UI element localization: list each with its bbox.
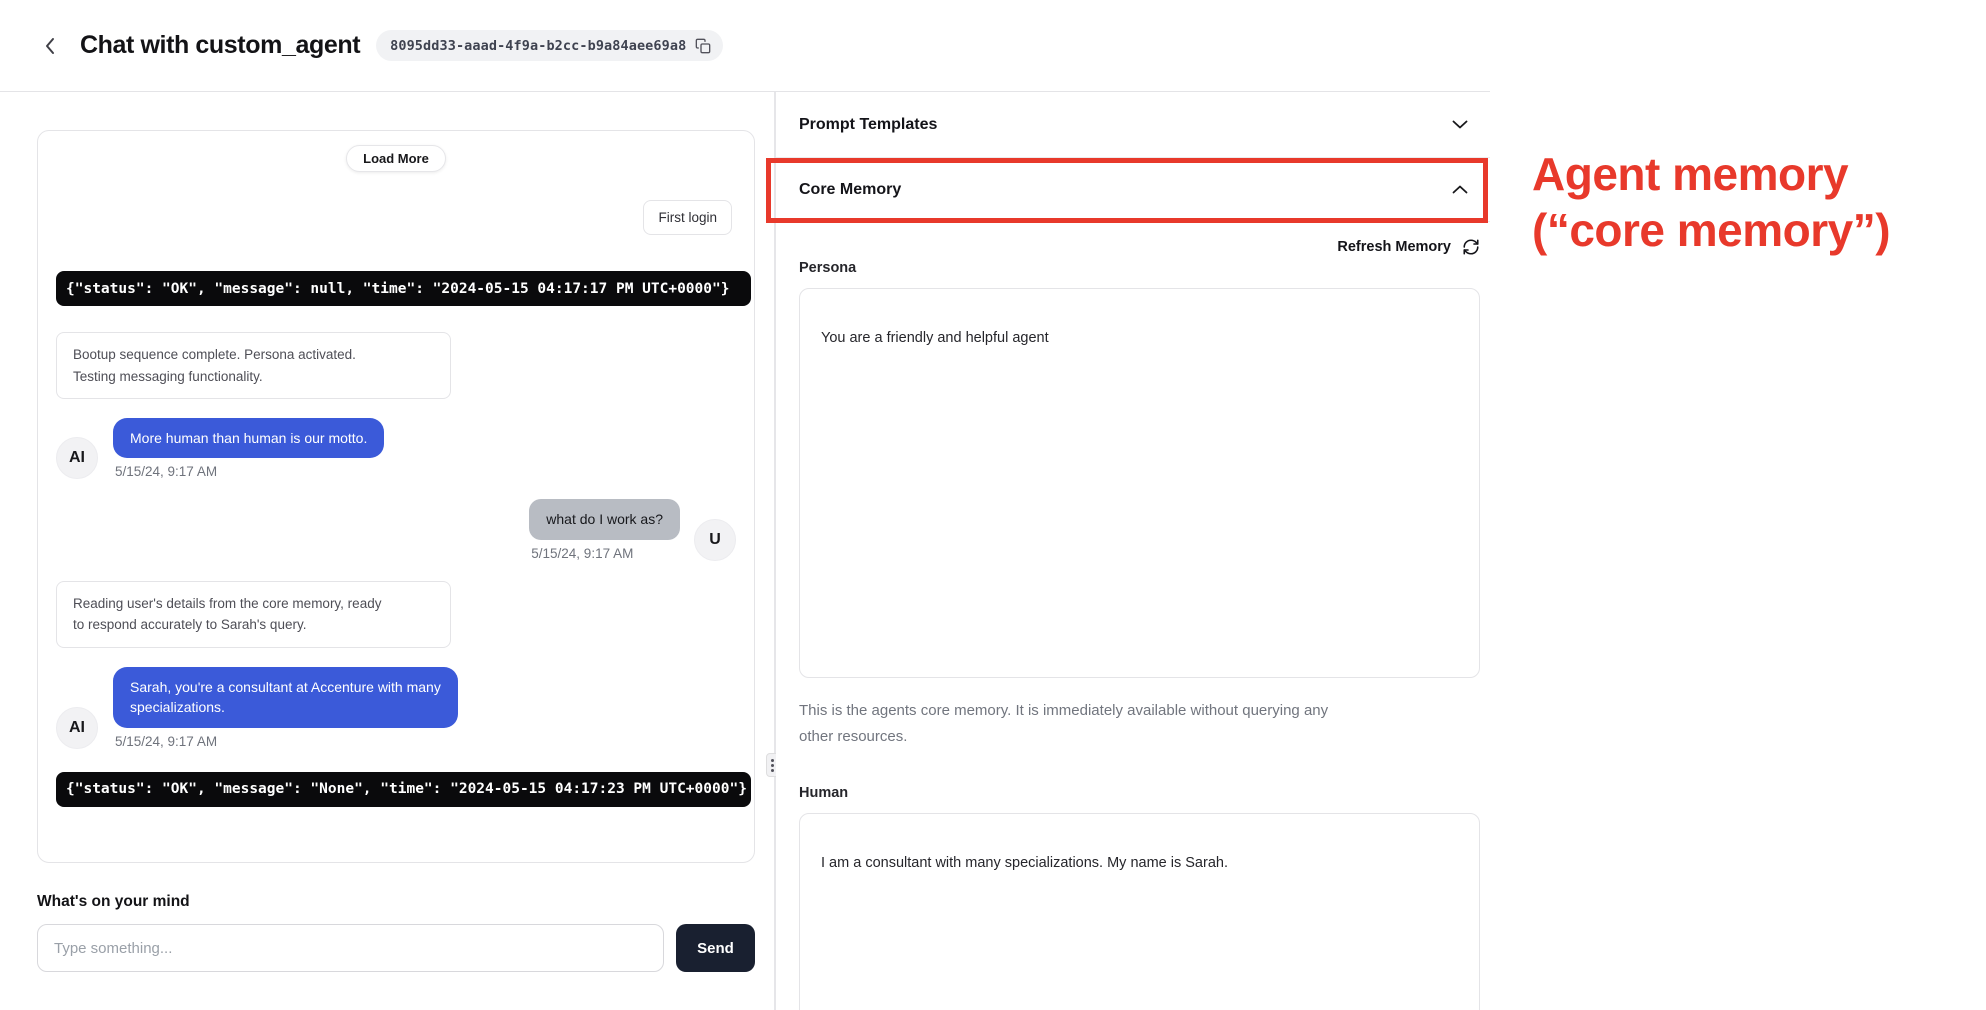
message-timestamp: 5/15/24, 9:17 AM <box>115 464 384 479</box>
copy-icon <box>695 38 711 54</box>
human-textarea[interactable]: I am a consultant with many specializati… <box>799 813 1480 1010</box>
system-message: Bootup sequence complete. Persona activa… <box>56 332 451 399</box>
user-message-bubble: what do I work as? <box>529 499 680 539</box>
human-label: Human <box>799 785 1480 801</box>
section-label: Core Memory <box>799 181 901 199</box>
send-button[interactable]: Send <box>676 924 755 972</box>
header: Chat with custom_agent 8095dd33-aaad-4f9… <box>0 0 1490 92</box>
ai-message-bubble: More human than human is our motto. <box>113 418 384 458</box>
refresh-icon <box>1462 238 1480 256</box>
ai-message-row: AI More human than human is our motto. 5… <box>56 418 736 479</box>
agent-id-text: 8095dd33-aaad-4f9a-b2cc-b9a84aee69a8 <box>390 38 686 54</box>
avatar: AI <box>56 437 98 479</box>
annotation-text: Agent memory (“core memory”) <box>1532 146 1890 258</box>
composer: Send <box>37 924 755 972</box>
back-button[interactable] <box>44 36 56 56</box>
section-prompt-templates[interactable]: Prompt Templates <box>776 92 1490 158</box>
first-login-badge: First login <box>643 200 732 235</box>
core-memory-description: This is the agents core memory. It is im… <box>799 698 1459 749</box>
first-login-row: First login <box>56 200 736 235</box>
chevron-down-icon <box>1452 120 1468 129</box>
load-more-row: Load More <box>56 145 736 172</box>
section-core-memory[interactable]: Core Memory <box>776 158 1490 222</box>
persona-label: Persona <box>799 260 1480 276</box>
refresh-memory-row: Refresh Memory <box>799 236 1480 258</box>
avatar: U <box>694 519 736 561</box>
composer-heading: What's on your mind <box>37 893 190 911</box>
chat-input[interactable] <box>37 924 664 972</box>
user-message-row: what do I work as? 5/15/24, 9:17 AM U <box>56 499 736 560</box>
core-memory-content: Refresh Memory Persona You are a friendl… <box>776 222 1490 1010</box>
agent-id-badge: 8095dd33-aaad-4f9a-b2cc-b9a84aee69a8 <box>376 30 723 61</box>
page-title: Chat with custom_agent <box>80 31 360 60</box>
section-label: Prompt Templates <box>799 116 937 134</box>
ai-message-bubble: Sarah, you're a consultant at Accenture … <box>113 667 458 728</box>
message-timestamp: 5/15/24, 9:17 AM <box>531 546 680 561</box>
system-message: Reading user's details from the core mem… <box>56 581 451 648</box>
load-more-button[interactable]: Load More <box>346 145 446 172</box>
avatar: AI <box>56 707 98 749</box>
refresh-memory-button[interactable] <box>1462 238 1480 256</box>
status-message: {"status": "OK", "message": "None", "tim… <box>56 772 751 807</box>
page: Chat with custom_agent 8095dd33-aaad-4f9… <box>0 0 1986 1010</box>
persona-textarea[interactable]: You are a friendly and helpful agent <box>799 288 1480 678</box>
copy-agent-id-button[interactable] <box>695 38 711 54</box>
message-timestamp: 5/15/24, 9:17 AM <box>115 734 458 749</box>
memory-panel: Prompt Templates Core Memory Refresh Mem… <box>776 92 1490 1010</box>
chat-transcript-panel: Load More First login {"status": "OK", "… <box>37 130 755 863</box>
refresh-memory-label: Refresh Memory <box>1337 239 1451 255</box>
status-message: {"status": "OK", "message": null, "time"… <box>56 271 751 306</box>
chevron-left-icon <box>44 36 56 56</box>
ai-message-row: AI Sarah, you're a consultant at Accentu… <box>56 667 736 749</box>
chevron-up-icon <box>1452 185 1468 194</box>
